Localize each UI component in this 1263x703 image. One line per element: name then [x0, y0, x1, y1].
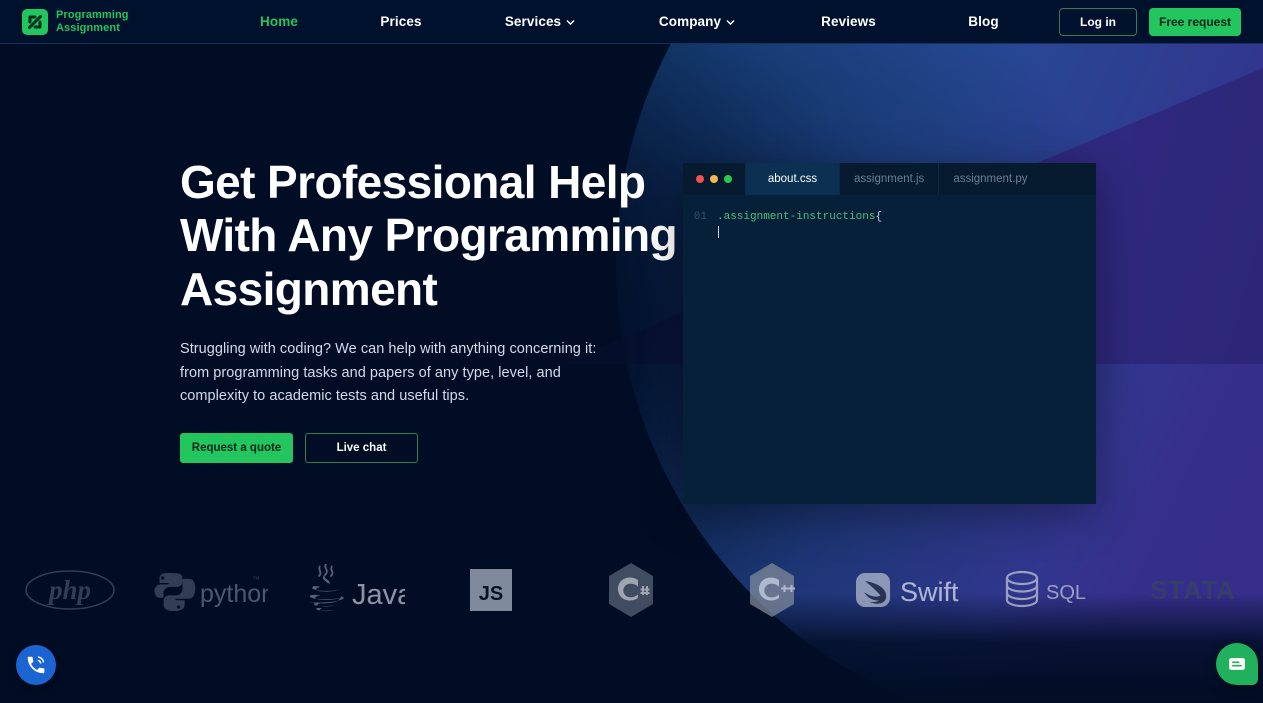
svg-text:Java: Java: [352, 579, 405, 611]
svg-text:JS: JS: [479, 583, 503, 605]
chat-widget-button[interactable]: [1216, 643, 1258, 685]
nav-item-blog-label: Blog: [968, 14, 999, 29]
css-selector-token: .assignment-instructions: [717, 211, 876, 223]
close-dot-icon[interactable]: [696, 175, 704, 183]
nav-actions: Log in Free request: [1059, 7, 1241, 36]
nav-item-home-label: Home: [260, 14, 298, 29]
minimize-dot-icon[interactable]: [710, 175, 718, 183]
nav-item-prices-label: Prices: [380, 14, 422, 29]
javascript-icon: JS: [470, 569, 513, 611]
nav-item-company[interactable]: Company: [618, 14, 776, 29]
cplusplus-icon: [749, 563, 795, 617]
sql-icon: SQL: [1006, 570, 1086, 608]
maximize-dot-icon[interactable]: [724, 175, 732, 183]
text-cursor: [718, 226, 719, 238]
hero-subtitle: Struggling with coding? We can help with…: [180, 341, 597, 405]
page-title: Get Professional Help With Any Programmi…: [180, 156, 678, 315]
code-line-1: 01 .assignment-instructions{: [683, 208, 1096, 226]
tech-logo-php: php: [0, 548, 140, 632]
chat-bubble-icon: [1229, 658, 1245, 670]
tech-logo-cplusplus: [702, 548, 842, 632]
svg-text:STATA: STATA: [1150, 575, 1236, 605]
nav-item-home[interactable]: Home: [218, 14, 340, 29]
editor-code-area[interactable]: 01 .assignment-instructions{: [683, 195, 1096, 504]
code-line-2: [683, 226, 1096, 238]
code-editor-window: about.css assignment.js assignment.py 01…: [683, 163, 1096, 504]
technology-logo-row: php ™ python Jav JS Swift SQL STATA: [0, 548, 1263, 632]
editor-tab-bar: about.css assignment.js assignment.py: [683, 163, 1096, 195]
brand-name: Programming Assignment: [56, 9, 129, 35]
phone-call-icon: [27, 656, 45, 674]
brand-logo[interactable]: Programming Assignment: [22, 8, 218, 35]
nav-item-reviews-label: Reviews: [821, 14, 876, 29]
line-number: 01: [693, 211, 707, 223]
python-icon: ™ python: [154, 573, 268, 611]
line-number-empty: [683, 226, 717, 238]
hero-copy: Get Professional Help With Any Programmi…: [180, 156, 680, 463]
chevron-down-icon: [726, 19, 735, 25]
svg-text:php: php: [47, 575, 91, 605]
request-quote-button[interactable]: Request a quote: [180, 432, 293, 463]
brace-token: {: [875, 211, 883, 223]
editor-tab-assignment-js[interactable]: assignment.js: [839, 163, 938, 195]
editor-tab-about-css[interactable]: about.css: [745, 163, 839, 195]
top-navigation-bar: Programming Assignment Home Prices Servi…: [0, 0, 1263, 44]
editor-tab-assignment-py[interactable]: assignment.py: [938, 163, 1041, 195]
nav-links: Home Prices Services Company Reviews Blo…: [218, 0, 1059, 43]
nav-item-services[interactable]: Services: [462, 14, 618, 29]
java-icon: Java: [308, 564, 405, 612]
nav-item-prices[interactable]: Prices: [340, 14, 462, 29]
tech-logo-csharp: [561, 548, 701, 632]
tech-logo-stata: STATA: [1123, 548, 1263, 632]
tech-logo-swift: Swift: [842, 548, 982, 632]
nav-item-reviews[interactable]: Reviews: [776, 14, 921, 29]
tech-logo-sql: SQL: [982, 548, 1122, 632]
tech-logo-java: Java: [281, 548, 421, 632]
csharp-icon: [609, 563, 654, 617]
code-content: .assignment-instructions{: [717, 208, 882, 226]
svg-text:python: python: [200, 580, 268, 608]
chevron-down-icon: [566, 19, 575, 25]
swift-icon: Swift: [856, 573, 959, 607]
nav-item-blog[interactable]: Blog: [921, 14, 1046, 29]
tech-logo-python: ™ python: [140, 548, 280, 632]
php-icon: php: [25, 570, 115, 610]
brand-line-2: Assignment: [56, 21, 120, 34]
logo-arrow-icon: [22, 8, 48, 35]
live-chat-button[interactable]: Live chat: [305, 432, 418, 463]
stata-icon: STATA: [1150, 575, 1236, 605]
svg-text:Swift: Swift: [900, 577, 959, 607]
login-button[interactable]: Log in: [1059, 7, 1137, 36]
hero-cta-group: Request a quote Live chat: [180, 432, 680, 463]
nav-item-company-label: Company: [658, 14, 722, 29]
call-widget-button[interactable]: [16, 645, 56, 685]
tech-logo-javascript: JS: [421, 548, 561, 632]
brand-line-1: Programming: [56, 8, 129, 21]
nav-item-services-label: Services: [504, 14, 562, 29]
free-request-button[interactable]: Free request: [1149, 7, 1241, 36]
svg-text:SQL: SQL: [1046, 582, 1086, 604]
window-controls: [683, 163, 745, 195]
